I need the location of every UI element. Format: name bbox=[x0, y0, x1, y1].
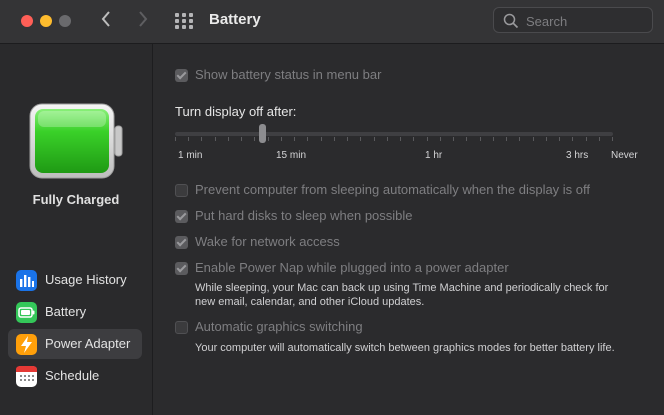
slider-tick bbox=[533, 137, 534, 141]
tick-label-1-min: 1 min bbox=[178, 150, 203, 161]
wake-network-checkbox[interactable] bbox=[175, 236, 188, 249]
slider-tick bbox=[480, 137, 481, 141]
slider-tick bbox=[321, 137, 322, 141]
prevent-sleep-label: Prevent computer from sleeping automatic… bbox=[195, 182, 591, 197]
power-nap-label: Enable Power Nap while plugged into a po… bbox=[195, 260, 509, 275]
slider-tick bbox=[374, 137, 375, 141]
slider-tick bbox=[268, 137, 269, 141]
slider-tick bbox=[307, 137, 308, 141]
slider-tick bbox=[599, 137, 600, 141]
slider-tick bbox=[586, 137, 587, 141]
sidebar-item-label: Power Adapter bbox=[45, 336, 131, 351]
graphics-switching-description: Your computer will automatically switch … bbox=[195, 342, 615, 354]
slider-knob[interactable] bbox=[259, 124, 266, 143]
slider-tick bbox=[387, 137, 388, 141]
slider-tick bbox=[506, 137, 507, 141]
slider-tick bbox=[413, 137, 414, 141]
lightning-icon bbox=[16, 334, 37, 355]
power-adapter-pane: Show battery status in menu bar Turn dis… bbox=[153, 44, 664, 415]
sidebar-item-label: Usage History bbox=[45, 272, 127, 287]
chevron-right-icon bbox=[139, 11, 148, 27]
slider-tick bbox=[294, 137, 295, 141]
hard-disks-label: Put hard disks to sleep when possible bbox=[195, 208, 413, 223]
slider-tick bbox=[241, 137, 242, 141]
hard-disks-checkbox[interactable] bbox=[175, 210, 188, 223]
tick-label-3-hrs: 3 hrs bbox=[566, 150, 589, 161]
slider-tick bbox=[427, 137, 428, 141]
show-status-checkbox[interactable] bbox=[175, 69, 188, 82]
slider-tick bbox=[453, 137, 454, 141]
minimize-button[interactable] bbox=[40, 15, 52, 27]
power-nap-description: While sleeping, your Mac can back up usi… bbox=[195, 281, 608, 309]
battery-icon bbox=[16, 302, 37, 323]
tick-label-1-hr: 1 hr bbox=[425, 150, 443, 161]
sidebar-item-usage-history[interactable]: Usage History bbox=[8, 265, 142, 295]
slider-tick bbox=[281, 137, 282, 141]
battery-level-icon bbox=[29, 103, 123, 179]
display-off-title: Turn display off after: bbox=[175, 104, 297, 119]
slider-tick bbox=[215, 137, 216, 141]
slider-tick bbox=[400, 137, 401, 141]
sidebar: Fully Charged Usage History Battery Powe… bbox=[0, 44, 153, 415]
sidebar-item-label: Battery bbox=[45, 304, 87, 319]
grid-icon bbox=[175, 13, 193, 29]
bar-chart-icon bbox=[16, 270, 37, 291]
slider-tick bbox=[254, 137, 255, 141]
slider-tick bbox=[466, 137, 467, 141]
zoom-button[interactable] bbox=[59, 15, 71, 27]
slider-tick bbox=[493, 137, 494, 141]
slider-tick bbox=[360, 137, 361, 141]
wake-network-label: Wake for network access bbox=[195, 234, 340, 249]
window-title: Battery bbox=[209, 11, 261, 28]
slider-tick bbox=[546, 137, 547, 141]
slider-tick bbox=[612, 137, 613, 141]
chevron-left-icon bbox=[101, 11, 110, 27]
search-icon bbox=[503, 13, 519, 29]
sidebar-item-power-adapter[interactable]: Power Adapter bbox=[8, 329, 142, 359]
slider-tick bbox=[175, 137, 176, 141]
slider-tick bbox=[347, 137, 348, 141]
slider-tick bbox=[201, 137, 202, 141]
back-button[interactable] bbox=[100, 10, 112, 32]
search-input[interactable] bbox=[524, 11, 648, 31]
display-off-slider[interactable] bbox=[175, 124, 613, 146]
forward-button[interactable] bbox=[137, 10, 149, 32]
sidebar-item-label: Schedule bbox=[45, 368, 100, 383]
charge-status: Fully Charged bbox=[32, 192, 120, 207]
slider-tick bbox=[188, 137, 189, 141]
power-nap-description-line: new email, calendar, and other iCloud up… bbox=[195, 296, 425, 308]
slider-tick bbox=[334, 137, 335, 141]
power-nap-description-line: While sleeping, your Mac can back up usi… bbox=[195, 282, 609, 294]
sidebar-item-battery[interactable]: Battery bbox=[8, 297, 142, 327]
slider-tick bbox=[440, 137, 441, 141]
slider-tick bbox=[519, 137, 520, 141]
power-nap-checkbox[interactable] bbox=[175, 262, 188, 275]
title-bar: Battery bbox=[0, 0, 664, 44]
slider-track[interactable] bbox=[175, 132, 613, 136]
search-field[interactable] bbox=[493, 7, 653, 33]
slider-tick bbox=[228, 137, 229, 141]
tick-label-never: Never bbox=[611, 150, 638, 161]
slider-tick bbox=[572, 137, 573, 141]
calendar-icon bbox=[16, 366, 37, 387]
graphics-switching-label: Automatic graphics switching bbox=[195, 319, 363, 334]
graphics-switching-checkbox[interactable] bbox=[175, 321, 188, 334]
prevent-sleep-checkbox[interactable] bbox=[175, 184, 188, 197]
close-button[interactable] bbox=[21, 15, 33, 27]
tick-label-15-min: 15 min bbox=[276, 150, 307, 161]
sidebar-item-schedule[interactable]: Schedule bbox=[8, 361, 142, 391]
slider-tick bbox=[559, 137, 560, 141]
show-status-label: Show battery status in menu bar bbox=[195, 67, 382, 82]
show-all-button[interactable] bbox=[175, 13, 193, 29]
